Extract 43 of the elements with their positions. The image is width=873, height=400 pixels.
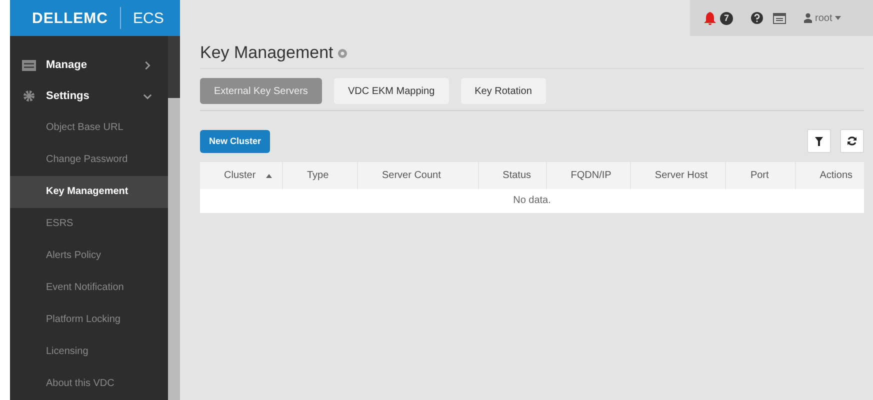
column-header[interactable]: Server Host bbox=[630, 162, 726, 189]
column-header[interactable]: Type bbox=[282, 162, 358, 189]
sidebar-item[interactable]: About this VDC bbox=[10, 368, 168, 400]
tab[interactable]: VDC EKM Mapping bbox=[334, 78, 449, 104]
column-header[interactable]: Status bbox=[478, 162, 547, 189]
product-name: ECS bbox=[133, 10, 164, 26]
column-header[interactable]: Server Count bbox=[358, 162, 479, 189]
sidebar-item[interactable]: Platform Locking bbox=[10, 304, 168, 336]
empty-message: No data. bbox=[512, 194, 552, 208]
sidebar-item[interactable]: Licensing bbox=[10, 336, 168, 368]
sidebar-item[interactable]: Key Management bbox=[10, 176, 168, 208]
sidebar-item[interactable]: Alerts Policy bbox=[10, 240, 168, 272]
column-header[interactable]: FQDN/IP bbox=[546, 162, 631, 189]
user-icon bbox=[804, 13, 812, 23]
filter-icon bbox=[815, 136, 823, 146]
column-header[interactable]: Cluster bbox=[200, 162, 283, 189]
sort-icon bbox=[266, 174, 272, 178]
logo: DELLEMC bbox=[32, 10, 108, 26]
refresh-button[interactable] bbox=[840, 129, 864, 153]
filter-button[interactable] bbox=[807, 129, 831, 153]
sidebar-item[interactable]: Object Base URL bbox=[10, 112, 168, 144]
sidebar-item[interactable]: Event Notification bbox=[10, 272, 168, 304]
list-icon bbox=[22, 60, 36, 71]
new-cluster-button[interactable]: New Cluster bbox=[200, 130, 270, 152]
page-title: Key Management bbox=[200, 43, 334, 63]
bell-icon[interactable] bbox=[704, 12, 716, 24]
column-header[interactable]: Actions bbox=[796, 162, 864, 189]
scrollbar[interactable] bbox=[168, 36, 180, 400]
sidebar-section[interactable]: Manage bbox=[10, 50, 168, 81]
tab[interactable]: Key Rotation bbox=[460, 78, 546, 104]
chevron-down-icon bbox=[143, 92, 152, 101]
sidebar-section[interactable]: Settings bbox=[10, 80, 168, 112]
caret-icon bbox=[835, 16, 842, 20]
gear-icon bbox=[22, 90, 36, 102]
notification-count: 7 bbox=[720, 12, 733, 24]
window-icon[interactable] bbox=[773, 12, 786, 24]
user-menu[interactable]: root bbox=[804, 12, 842, 24]
help-icon[interactable] bbox=[751, 12, 763, 24]
sidebar-item[interactable]: Change Password bbox=[10, 144, 168, 176]
refresh-icon bbox=[847, 136, 857, 146]
sidebar-item[interactable]: ESRS bbox=[10, 208, 168, 240]
column-header[interactable]: Port bbox=[726, 162, 796, 189]
chevron-right-icon bbox=[143, 60, 152, 70]
